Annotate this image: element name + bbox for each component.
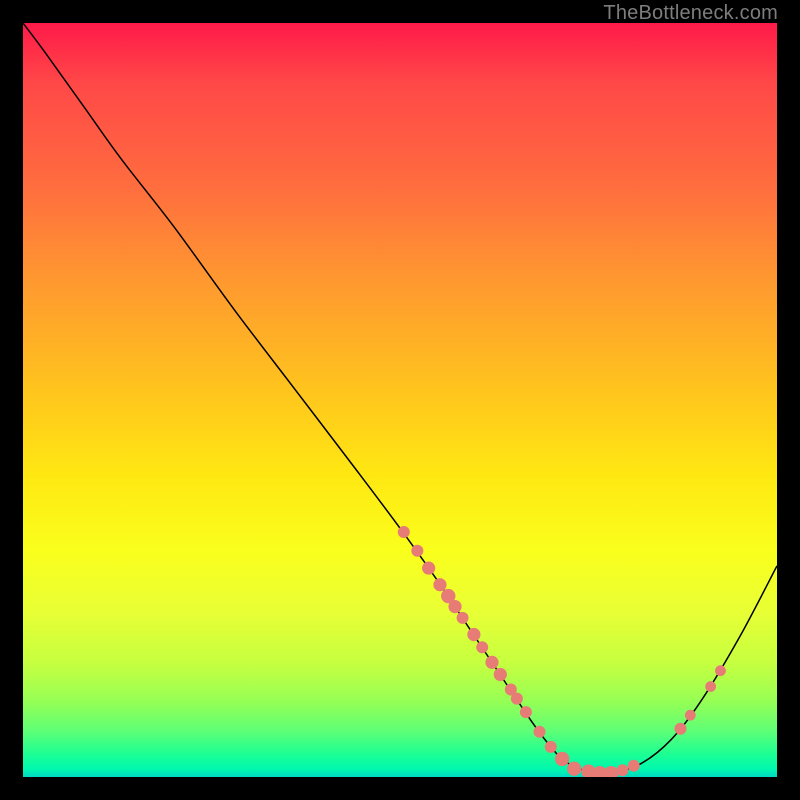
bottleneck-curve-path [23,23,777,774]
chart-container: TheBottleneck.com [0,0,800,800]
data-marker [616,764,628,776]
data-marker [685,710,696,721]
data-marker [511,693,523,705]
watermark-text: TheBottleneck.com [603,2,778,25]
markers-layer [398,526,726,777]
curve-layer [23,23,777,774]
data-marker [467,628,480,641]
data-marker [476,641,488,653]
data-marker [604,766,618,777]
data-marker [411,545,423,557]
data-marker [705,681,716,692]
data-marker [674,723,686,735]
plot-area [23,23,777,777]
data-marker [520,706,532,718]
data-marker [628,760,640,772]
data-marker [485,656,498,669]
data-marker [448,600,461,613]
data-marker [545,741,557,753]
data-marker [457,612,469,624]
data-marker [533,726,545,738]
data-marker [567,762,581,776]
data-marker [555,752,569,766]
data-marker [422,562,435,575]
data-marker [715,665,726,676]
data-marker [433,578,446,591]
data-marker [398,526,410,538]
chart-svg [23,23,777,777]
data-marker [494,668,507,681]
